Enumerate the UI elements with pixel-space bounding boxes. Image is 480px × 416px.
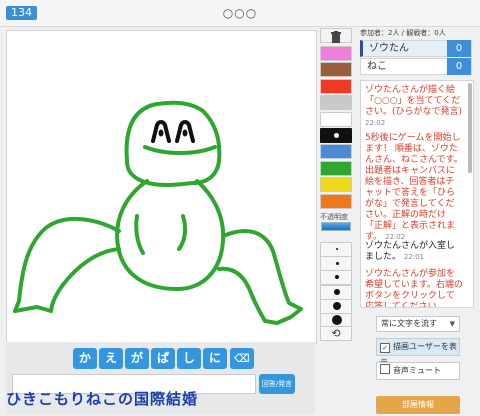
eyes (151, 120, 195, 143)
player-row: ゾウたん 0 (360, 40, 472, 57)
brush-dot-icon (336, 248, 338, 250)
color-swatch[interactable] (320, 78, 352, 94)
color-swatch[interactable] (320, 177, 352, 193)
brush-dot-icon (335, 261, 339, 265)
brush-size-button[interactable] (320, 284, 352, 300)
stroke-belly-left (134, 214, 145, 255)
color-swatch[interactable] (320, 62, 352, 78)
clear-canvas-button[interactable] (320, 28, 352, 43)
stroke-head (124, 100, 222, 187)
backspace-icon: ⌫ (234, 352, 250, 365)
undo-icon: ⟲ (331, 327, 341, 340)
stroke-right-inner (217, 266, 279, 325)
color-swatch[interactable] (320, 46, 352, 61)
color-swatch[interactable] (320, 111, 352, 127)
kana-button[interactable]: し (177, 348, 201, 369)
color-swatch[interactable] (320, 160, 352, 176)
stroke-right-foot (275, 307, 303, 325)
kana-button[interactable]: が (125, 348, 149, 369)
opacity-label: 不透明度 (320, 213, 348, 221)
top-bar: 134 ○○○ (0, 0, 480, 27)
stroke-body (115, 179, 226, 291)
chat-scrollbar[interactable] (468, 83, 472, 173)
color-swatch[interactable] (320, 128, 352, 143)
trash-icon (331, 31, 341, 43)
chat-message: ゾウたんさんが参加を希望しています。右端のボタンをクリックして応答してください (365, 269, 463, 308)
brush-dot-icon (333, 301, 341, 310)
brush-dot-icon (332, 315, 342, 325)
kana-button[interactable]: か (73, 348, 97, 369)
brush-dot-icon (335, 275, 339, 280)
watermark-text: ひきこもりねこの国際結婚 (6, 390, 199, 408)
player-row: ねこ 0 (360, 58, 472, 75)
player-name: ねこ (367, 61, 387, 72)
selected-indicator-icon (334, 133, 339, 138)
chat-flow-select[interactable]: 常に文字を流す ▼ (376, 316, 460, 332)
kana-button[interactable]: え (99, 348, 123, 369)
chat-message: ゾウたんさんが描く絵「○○○」を当ててください。(ひらがなで発言) 22:02 (365, 85, 463, 127)
player-name: ゾウたん (369, 43, 409, 54)
stroke-left-leg (13, 216, 121, 313)
stroke-belly-right (177, 214, 188, 251)
kana-button[interactable]: ぱ (151, 348, 175, 369)
mute-toggle[interactable]: 音声ミュート (376, 362, 460, 380)
brush-dot-icon (334, 288, 340, 295)
kana-button[interactable]: に (203, 348, 227, 369)
color-swatch[interactable] (320, 193, 352, 209)
brush-size-button[interactable] (320, 256, 352, 272)
chat-log[interactable]: ゾウたんさんが描く絵「○○○」を当ててください。(ひらがなで発言) 22:02 … (360, 80, 474, 308)
opacity-slider[interactable] (321, 222, 351, 231)
brush-size-button[interactable] (320, 298, 352, 314)
checkbox-checked-icon: ✓ (380, 343, 390, 353)
sidebar: 参加者：2人 / 観戦者：0人 ゾウたん 0 ねこ 0 ゾウたんさんが描く絵「○… (360, 28, 476, 414)
checkbox-icon (380, 364, 390, 374)
topic-hint: ○○○ (222, 6, 258, 20)
chat-message: 5秒後にゲームを開始します！ 順番は、ゾウたんさん、ねこさんです。出題者はキャン… (365, 133, 463, 242)
submit-answer-button[interactable]: 回答/発言 (259, 374, 295, 394)
brush-size-button[interactable] (320, 270, 352, 286)
show-drawer-toggle[interactable]: ✓描画ユーザーを表示 (376, 338, 460, 367)
color-swatch[interactable] (320, 95, 352, 111)
undo-button[interactable]: ⟲ (320, 326, 352, 341)
player-score: 0 (447, 58, 471, 75)
chat-message: ゾウたんさんが入室しました。 22:01 (365, 241, 456, 262)
stroke-left-foot (13, 305, 53, 313)
answer-bar: かえがぱしに ⌫ 回答/発言 ひきこもりねこの国際結婚 (6, 342, 315, 414)
player-score: 0 (447, 40, 471, 57)
stroke-mouth (143, 145, 217, 155)
room-info-button[interactable]: 部屋情報 (376, 396, 460, 414)
backspace-button[interactable]: ⌫ (230, 348, 254, 369)
frog-drawing (13, 100, 303, 325)
color-swatch[interactable] (320, 144, 352, 160)
stroke-left-arm-inner (49, 247, 121, 313)
brush-size-button[interactable] (320, 242, 352, 257)
participant-counts: 参加者：2人 / 観戦者：0人 (360, 29, 446, 37)
chevron-down-icon: ▼ (449, 320, 455, 328)
drawing-canvas[interactable] (6, 30, 317, 344)
